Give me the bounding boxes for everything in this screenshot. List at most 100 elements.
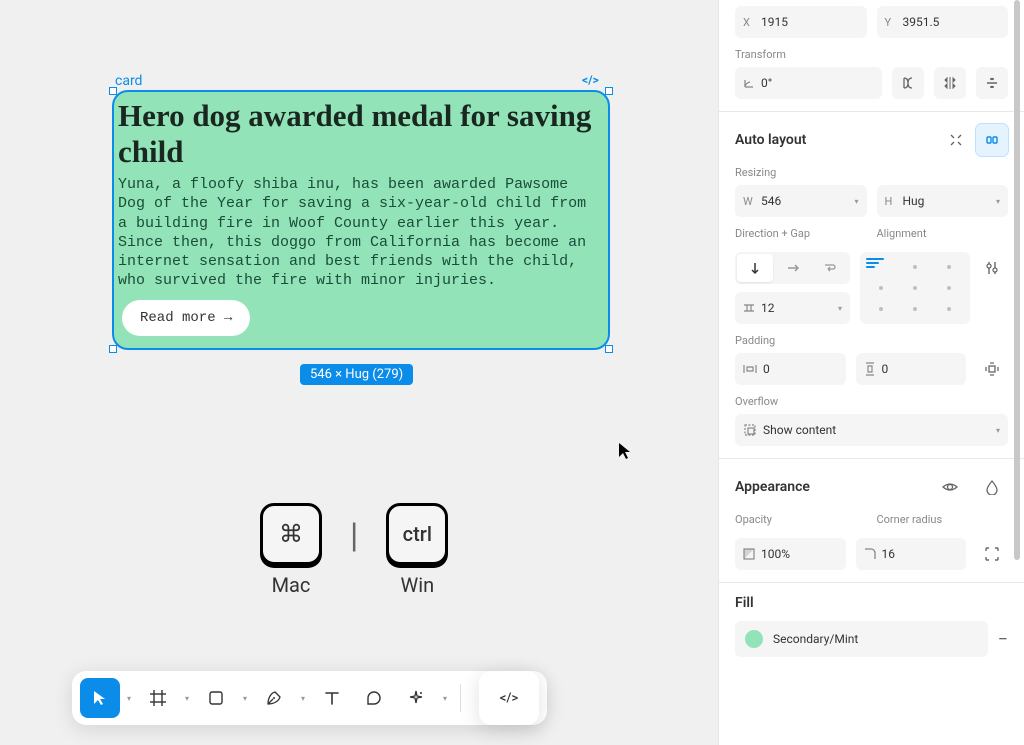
resize-handle-bottom-right[interactable] [605, 345, 613, 353]
chevron-down-icon[interactable]: ▾ [838, 304, 842, 313]
layout-mode-button-2[interactable] [976, 124, 1008, 156]
mac-label: Mac [272, 573, 311, 597]
overflow-label: Overflow [735, 395, 1008, 408]
direction-wrap-button[interactable] [812, 254, 848, 282]
frame-tool-button[interactable] [138, 678, 178, 718]
visibility-toggle-button[interactable] [934, 471, 966, 503]
angle-icon [743, 77, 755, 89]
padding-vertical-input[interactable]: 0 [856, 353, 967, 385]
alignment-option[interactable] [913, 286, 917, 290]
ctrl-key-icon: ctrl [386, 503, 448, 565]
pen-tool-caret[interactable]: ▾ [296, 678, 310, 718]
corner-radius-input[interactable]: 16 [856, 538, 967, 570]
alignment-option[interactable] [947, 286, 951, 290]
ai-tool-button[interactable] [396, 678, 436, 718]
win-label: Win [400, 573, 434, 597]
scroll-thumb[interactable] [1014, 0, 1020, 560]
overflow-select[interactable]: Show content ▾ [735, 414, 1008, 446]
appearance-section: Appearance Opacity Corner radius 100% [719, 459, 1024, 583]
overflow-icon [743, 423, 757, 437]
alignment-option[interactable] [913, 307, 917, 311]
padding-v-icon [864, 362, 876, 376]
auto-layout-title: Auto layout [735, 132, 806, 148]
alignment-option[interactable] [913, 265, 917, 269]
cursor-icon [618, 442, 632, 460]
flip-vertical-button[interactable] [934, 67, 966, 99]
blend-mode-button[interactable] [976, 471, 1008, 503]
w-label: W [743, 195, 755, 208]
toolbar-separator [460, 684, 461, 712]
individual-corners-button[interactable] [976, 538, 1008, 570]
height-input[interactable]: H Hug ▾ [877, 185, 1009, 217]
transform-label: Transform [735, 48, 1008, 61]
padding-horizontal-input[interactable]: 0 [735, 353, 846, 385]
direction-horizontal-button[interactable] [775, 254, 811, 282]
alignment-option[interactable] [947, 265, 951, 269]
frame-name-label[interactable]: card [115, 73, 142, 89]
direction-gap-label: Direction + Gap [735, 227, 867, 240]
fill-style-row[interactable]: Secondary/Mint [735, 621, 988, 657]
frame-tool-caret[interactable]: ▾ [180, 678, 194, 718]
ai-tool-caret[interactable]: ▾ [438, 678, 452, 718]
direction-vertical-button[interactable] [737, 254, 773, 282]
alignment-option[interactable] [879, 286, 883, 290]
fill-color-swatch[interactable] [745, 630, 763, 648]
opacity-input[interactable]: 100% [735, 538, 846, 570]
move-tool-button[interactable] [80, 678, 120, 718]
text-tool-button[interactable] [312, 678, 352, 718]
x-position-input[interactable]: X 1915 [735, 6, 867, 38]
alignment-top-left-icon[interactable] [866, 258, 884, 268]
command-key-icon: ⌘ [260, 503, 322, 565]
panel-scrollbar[interactable] [1012, 0, 1022, 745]
chevron-down-icon[interactable]: ▾ [996, 426, 1000, 435]
gap-input[interactable]: 12 ▾ [735, 292, 850, 324]
y-label: Y [885, 16, 897, 29]
card-heading[interactable]: Hero dog awarded medal for saving child [114, 98, 608, 175]
corner-radius-icon [864, 548, 876, 560]
chevron-down-icon[interactable]: ▾ [854, 197, 858, 206]
remove-fill-button[interactable]: − [998, 629, 1008, 650]
flip-horizontal-button[interactable] [892, 67, 924, 99]
read-more-button[interactable]: Read more → [122, 300, 250, 336]
shape-tool-caret[interactable]: ▾ [238, 678, 252, 718]
position-section: X 1915 Y 3951.5 Transform 0° [719, 0, 1024, 112]
chevron-down-icon[interactable]: ▾ [996, 197, 1000, 206]
dev-mode-toggle[interactable]: </> [479, 671, 539, 725]
alignment-option[interactable] [947, 307, 951, 311]
alignment-settings-button[interactable] [976, 252, 1008, 284]
component-code-icon[interactable]: </> [582, 73, 599, 87]
gap-icon [743, 302, 755, 314]
resize-handle-top-left[interactable] [109, 87, 117, 95]
alignment-option[interactable] [879, 307, 883, 311]
separator: | [350, 516, 358, 556]
padding-label: Padding [735, 334, 1008, 347]
direction-segmented-control[interactable] [735, 252, 850, 284]
fill-title: Fill [735, 595, 754, 611]
padding-h-icon [743, 363, 757, 375]
canvas-area[interactable]: card </> Hero dog awarded medal for savi… [0, 0, 702, 745]
alignment-label: Alignment [877, 227, 1009, 240]
more-transform-button[interactable] [976, 67, 1008, 99]
layout-mode-button-1[interactable] [940, 124, 972, 156]
width-input[interactable]: W 546 ▾ [735, 185, 867, 217]
move-tool-caret[interactable]: ▾ [122, 678, 136, 718]
shape-tool-button[interactable] [196, 678, 236, 718]
alignment-grid[interactable] [860, 252, 970, 324]
rotation-input[interactable]: 0° [735, 67, 882, 99]
comment-tool-button[interactable] [354, 678, 394, 718]
pen-tool-button[interactable] [254, 678, 294, 718]
opacity-label: Opacity [735, 513, 867, 526]
opacity-icon [743, 548, 755, 560]
properties-panel: X 1915 Y 3951.5 Transform 0° [718, 0, 1024, 745]
keyboard-shortcuts-display: ⌘ Mac | ctrl Win [260, 503, 448, 597]
resize-handle-top-right[interactable] [605, 87, 613, 95]
fill-section: Fill Secondary/Mint − [719, 583, 1024, 669]
card-body-text[interactable]: Yuna, a floofy shiba inu, has been award… [114, 175, 608, 300]
individual-padding-button[interactable] [976, 353, 1008, 385]
y-position-input[interactable]: Y 3951.5 [877, 6, 1009, 38]
tools-toolbar: ▾ ▾ ▾ ▾ ▾ </> [72, 671, 547, 725]
resize-handle-bottom-left[interactable] [109, 345, 117, 353]
auto-layout-section: Auto layout Resizing W 546 ▾ H Hug ▾ [719, 112, 1024, 459]
fill-style-name: Secondary/Mint [773, 632, 858, 646]
selected-frame-card[interactable]: Hero dog awarded medal for saving child … [112, 90, 610, 350]
